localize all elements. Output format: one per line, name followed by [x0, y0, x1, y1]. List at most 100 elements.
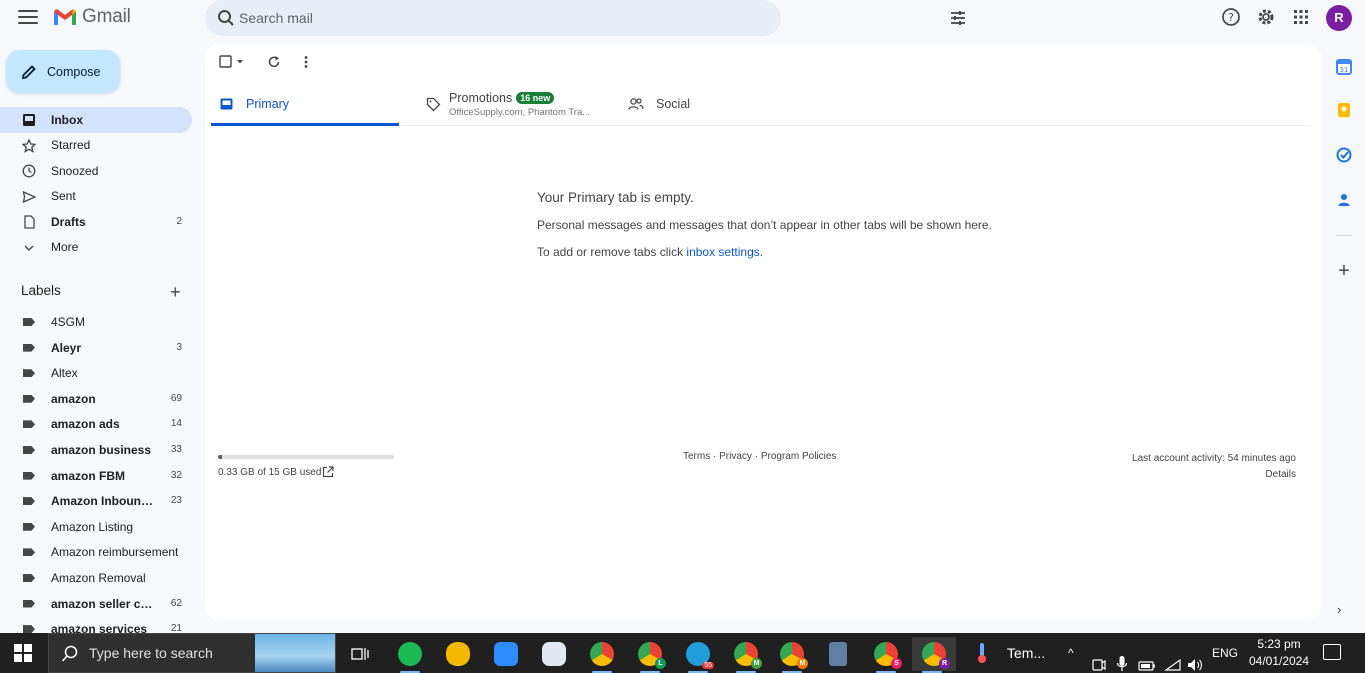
- label-item[interactable]: amazon ads 14: [0, 411, 192, 437]
- contacts-icon[interactable]: [1330, 188, 1358, 212]
- tab-primary[interactable]: Primary: [211, 82, 399, 126]
- sidebar-item-label: More: [51, 240, 79, 255]
- storage-bar: [218, 455, 394, 459]
- wifi-icon[interactable]: [1164, 645, 1182, 673]
- help-icon[interactable]: ?: [1221, 6, 1241, 28]
- notification-center-icon[interactable]: [1323, 644, 1341, 660]
- settings-gear-icon[interactable]: [1256, 6, 1276, 28]
- sidebar-item-starred[interactable]: Starred: [0, 133, 192, 159]
- sidebar-item-label: Starred: [51, 138, 91, 153]
- volume-icon[interactable]: [1186, 645, 1204, 673]
- windows-taskbar: Type here to search L 55 M M S R Tem... …: [0, 633, 1365, 673]
- telegram-icon[interactable]: 55: [678, 637, 718, 673]
- language-indicator[interactable]: ENG: [1212, 633, 1238, 673]
- label-item[interactable]: amazon 69: [0, 386, 192, 412]
- label-tag-icon: [23, 573, 35, 582]
- chevron-right-icon[interactable]: ›: [1337, 602, 1341, 617]
- label-item[interactable]: 4SGM: [0, 309, 192, 335]
- chrome-profile-m-icon[interactable]: M: [726, 637, 766, 673]
- sidebar-item-sent[interactable]: Sent: [0, 184, 192, 210]
- system-clock[interactable]: 5:23 pm 04/01/2024: [1240, 636, 1318, 670]
- apps-grid-icon[interactable]: [1292, 6, 1310, 28]
- task-view-icon[interactable]: [340, 637, 380, 671]
- chrome-profile-s-icon[interactable]: S: [866, 637, 906, 673]
- select-all-checkbox[interactable]: [219, 55, 245, 69]
- account-avatar[interactable]: R: [1326, 5, 1352, 31]
- compose-button[interactable]: Compose: [6, 50, 120, 93]
- program-policies-link[interactable]: Program Policies: [761, 451, 837, 462]
- terms-link[interactable]: Terms: [683, 451, 710, 462]
- weather-widget[interactable]: Tem...: [975, 633, 1045, 673]
- spotify-icon[interactable]: [390, 637, 430, 673]
- chrome-profile-l-icon[interactable]: L: [630, 637, 670, 673]
- tab-promotions[interactable]: Promotions 16 new: [421, 82, 621, 126]
- star-icon: [22, 138, 36, 153]
- hint-prefix: To add or remove tabs click: [537, 245, 687, 259]
- zoom-icon[interactable]: [486, 637, 526, 671]
- add-label-icon[interactable]: +: [170, 282, 181, 303]
- clock-icon: [22, 164, 36, 178]
- label-item[interactable]: amazon seller cen... 62: [0, 591, 192, 617]
- tasks-icon[interactable]: [1330, 143, 1358, 167]
- sidebar-item-inbox[interactable]: Inbox: [0, 107, 192, 133]
- chrome-icon[interactable]: [582, 637, 622, 673]
- label-name: Amazon reimbursement: [51, 545, 179, 560]
- sidebar-item-drafts[interactable]: Drafts 2: [0, 209, 192, 235]
- more-vert-icon[interactable]: [303, 55, 309, 69]
- label-count: 33: [170, 443, 182, 455]
- calculator-icon[interactable]: [818, 637, 858, 671]
- calendar-icon[interactable]: 31: [1330, 55, 1358, 79]
- open-in-new-icon[interactable]: [322, 466, 334, 478]
- label-item[interactable]: amazon business 33: [0, 437, 192, 463]
- sidebar-nav: Inbox Starred Snoozed Sent Drafts 2 More: [0, 107, 192, 260]
- side-divider: [1336, 235, 1352, 236]
- tab-label: Social: [656, 97, 691, 111]
- pencil-icon: [21, 64, 36, 79]
- chrome-profile-r-icon[interactable]: R: [912, 637, 956, 673]
- taskbar-search-placeholder: Type here to search: [89, 645, 213, 661]
- windows-start-icon[interactable]: [14, 644, 32, 662]
- search-icon[interactable]: [217, 9, 235, 27]
- camera-icon[interactable]: [1092, 645, 1106, 673]
- label-item[interactable]: Amazon Listing: [0, 514, 192, 540]
- label-name: amazon business: [51, 442, 152, 457]
- yellow-app-icon[interactable]: [438, 637, 478, 671]
- label-name: Amazon Listing: [51, 519, 134, 534]
- add-addon-icon[interactable]: +: [1330, 259, 1358, 283]
- search-input[interactable]: [239, 0, 739, 36]
- empty-state: Your Primary tab is empty. Personal mess…: [537, 190, 992, 272]
- chrome-profile-m2-icon[interactable]: M: [772, 637, 812, 673]
- tab-label: Primary: [246, 97, 290, 111]
- new-count-badge: 16 new: [516, 92, 555, 104]
- label-item[interactable]: Aleyr 3: [0, 335, 192, 361]
- label-item[interactable]: Altex: [0, 360, 192, 386]
- privacy-link[interactable]: Privacy: [719, 451, 752, 462]
- keep-icon[interactable]: [1330, 98, 1358, 122]
- microphone-icon[interactable]: [1116, 644, 1128, 673]
- empty-description: Personal messages and messages that don’…: [537, 218, 992, 232]
- details-link[interactable]: Details: [1132, 467, 1296, 483]
- battery-icon[interactable]: [1138, 646, 1156, 673]
- label-count: 3: [176, 341, 182, 353]
- label-item[interactable]: Amazon reimbursement: [0, 539, 192, 565]
- gmail-logo[interactable]: Gmail: [52, 6, 131, 28]
- taskbar-search[interactable]: Type here to search: [48, 633, 336, 673]
- label-item[interactable]: amazon FBM 32: [0, 463, 192, 489]
- label-tag-icon: [23, 343, 35, 352]
- search-options-icon[interactable]: [949, 9, 967, 27]
- draft-icon: [24, 215, 35, 229]
- label-name: Altex: [51, 366, 78, 381]
- snipping-tool-icon[interactable]: [534, 637, 574, 671]
- label-item[interactable]: Amazon Inbound ... 23: [0, 488, 192, 514]
- label-count: 32: [170, 469, 182, 481]
- sidebar-item-snoozed[interactable]: Snoozed: [0, 158, 192, 184]
- label-item[interactable]: Amazon Removal: [0, 565, 192, 591]
- main-menu-icon[interactable]: [18, 10, 38, 26]
- refresh-icon[interactable]: [267, 55, 281, 69]
- tab-social[interactable]: Social: [621, 82, 809, 126]
- tray-chevron-up-icon[interactable]: ^: [1068, 633, 1074, 673]
- label-name: amazon: [51, 391, 96, 406]
- sidebar-item-more[interactable]: More: [0, 235, 192, 261]
- sidebar-item-label: Sent: [51, 189, 76, 204]
- inbox-settings-link[interactable]: inbox settings: [686, 245, 759, 259]
